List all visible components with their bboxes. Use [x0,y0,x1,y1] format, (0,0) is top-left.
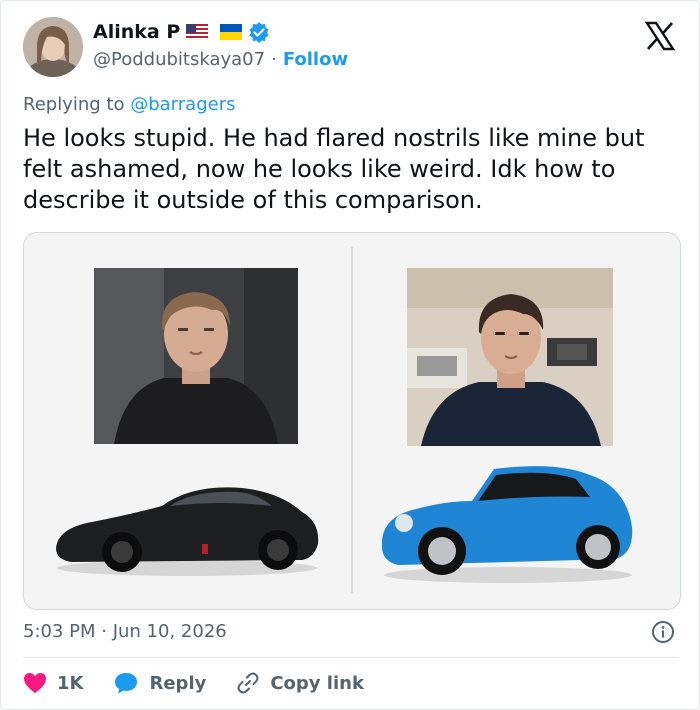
author-handle[interactable]: @Poddubitskaya07 [93,49,265,70]
link-icon [237,672,259,694]
reply-context: Replying to @barragers [23,94,235,115]
reply-bubble-icon [115,673,138,694]
comparison-divider [351,247,353,593]
avatar[interactable] [23,17,83,77]
actions-divider [23,657,679,658]
replying-prefix: Replying to [23,94,125,115]
tweet-card: Alinka P @Poddubitskaya07 · Follow Reply… [0,0,700,710]
copy-link-button[interactable]: Copy link [236,671,364,695]
like-count: 1K [57,672,84,694]
heart-icon [24,673,46,693]
right-portrait-photo [407,268,613,446]
tweet-media[interactable] [23,232,681,610]
tweet-time: 5:03 PM [23,621,96,642]
tweet-actions: 1K Reply Copy link [23,671,364,695]
follow-button[interactable]: Follow [283,49,348,70]
verified-badge-icon [249,22,269,43]
left-portrait-photo [94,268,298,444]
copy-link-label: Copy link [270,672,364,694]
tweet-text: He looks stupid. He had flared nostrils … [23,124,645,214]
tweet-timestamp[interactable]: 5:03 PM · Jun 10, 2026 [23,621,227,642]
like-button[interactable]: 1K [23,672,83,694]
black-sports-car-image [52,478,322,578]
author-name[interactable]: Alinka P [93,21,180,43]
author-name-row: Alinka P [93,21,270,43]
reply-button[interactable]: Reply [113,671,206,695]
timestamp-separator: · [101,621,107,642]
tweet-date: Jun 10, 2026 [112,621,227,642]
author-handle-row: @Poddubitskaya07 · Follow [93,49,348,70]
info-icon[interactable] [651,620,675,644]
reply-mention-link[interactable]: @barragers [130,94,235,115]
handle-separator: · [271,49,277,70]
ukraine-flag-icon [220,24,243,40]
blue-convertible-car-image [376,461,638,585]
us-flag-icon [186,24,209,40]
reply-label: Reply [149,672,207,694]
x-logo-icon[interactable] [645,21,675,51]
